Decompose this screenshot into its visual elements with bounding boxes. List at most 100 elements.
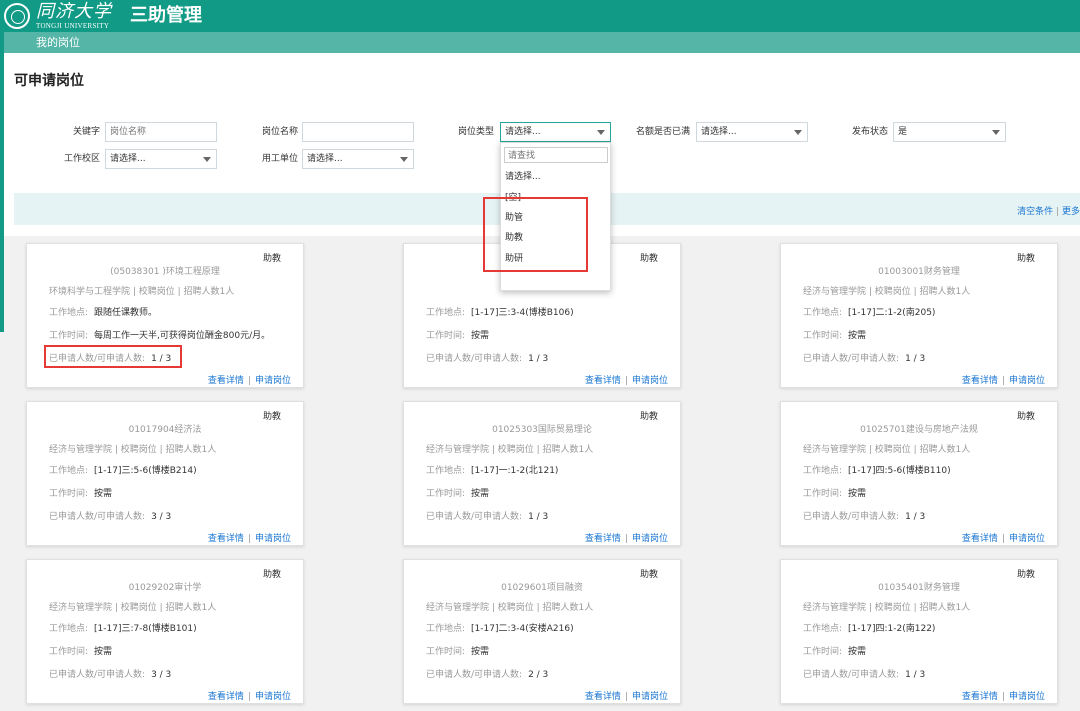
publish-status-select[interactable]: 是 — [893, 122, 1006, 142]
time-row: 工作时间: 按需 — [49, 644, 112, 657]
campus-select-value: 请选择... — [110, 154, 146, 164]
count-label: 已申请人数/可申请人数: — [49, 354, 146, 364]
clear-conditions-link[interactable]: 清空条件 — [1017, 207, 1053, 217]
page-title: 可申请岗位 — [14, 73, 84, 89]
location-value: [1-17]三:5-6(博楼B214) — [94, 466, 197, 476]
apply-post-link[interactable]: 申请岗位 — [632, 376, 668, 386]
job-card: 助教 01029202审计学 经济与管理学院 | 校聘岗位 | 招聘人数1人 工… — [26, 559, 304, 704]
view-details-link[interactable]: 查看详情 — [962, 692, 998, 702]
campus-label: 工作校区 — [63, 154, 100, 164]
chevron-down-icon — [794, 130, 802, 135]
location-value: [1-17]三:7-8(博楼B101) — [94, 624, 197, 634]
location-row: 工作地点: [1-17]二:1-2(南205) — [803, 305, 935, 318]
time-row: 工作时间: 按需 — [803, 328, 866, 341]
dropdown-option-teaching-assistant[interactable]: 助教 — [505, 232, 523, 244]
post-type-badge: 助教 — [639, 254, 658, 264]
post-name-input[interactable] — [302, 122, 414, 142]
time-row: 工作时间: 按需 — [426, 644, 489, 657]
count-value: 1 / 3 — [151, 354, 172, 364]
employer-label: 用工单位 — [261, 154, 298, 164]
post-type-select[interactable]: 请选择... — [500, 122, 611, 142]
nav-bar — [0, 32, 1080, 53]
post-type-badge: 助教 — [1016, 412, 1035, 422]
apply-post-link[interactable]: 申请岗位 — [1009, 692, 1045, 702]
separator: | — [624, 534, 628, 544]
location-label: 工作地点: — [803, 466, 843, 476]
count-label: 已申请人数/可申请人数: — [803, 354, 900, 364]
count-label: 已申请人数/可申请人数: — [803, 670, 900, 680]
count-row: 已申请人数/可申请人数: 1 / 3 — [803, 667, 925, 680]
time-label: 工作时间: — [426, 489, 466, 499]
view-details-link[interactable]: 查看详情 — [208, 692, 244, 702]
apply-post-link[interactable]: 申请岗位 — [1009, 534, 1045, 544]
time-value: 每周工作一天半,可获得岗位酬金800元/月。 — [94, 331, 271, 341]
time-value: 按需 — [471, 331, 490, 341]
dropdown-option-admin-assistant[interactable]: 助管 — [505, 212, 523, 224]
count-row: 已申请人数/可申请人数: 1 / 3 — [426, 509, 548, 522]
apply-post-link[interactable]: 申请岗位 — [632, 534, 668, 544]
quota-full-label: 名额是否已满 — [635, 127, 690, 137]
view-details-link[interactable]: 查看详情 — [962, 376, 998, 386]
keyword-input[interactable] — [105, 122, 217, 142]
apply-post-link[interactable]: 申请岗位 — [632, 692, 668, 702]
course-title: 01025303国际贸易理论 — [492, 425, 592, 435]
location-value: [1-17]四:1-2(南122) — [848, 624, 936, 634]
filter-links: 清空条件 | 更多 — [1017, 204, 1080, 217]
card-meta: 经济与管理学院 | 校聘岗位 | 招聘人数1人 — [426, 603, 594, 613]
post-type-dropdown: 请选择... [空] 助管 助教 助研 — [500, 142, 611, 291]
view-details-link[interactable]: 查看详情 — [208, 376, 244, 386]
post-type-label: 岗位类型 — [457, 127, 494, 137]
view-details-link[interactable]: 查看详情 — [962, 534, 998, 544]
separator: | — [1001, 534, 1005, 544]
time-label: 工作时间: — [49, 647, 89, 657]
location-row: 工作地点: [1-17]三:3-4(博楼B106) — [426, 305, 574, 318]
count-label: 已申请人数/可申请人数: — [803, 512, 900, 522]
chevron-down-icon — [992, 130, 1000, 135]
view-details-link[interactable]: 查看详情 — [585, 376, 621, 386]
post-type-badge: 助教 — [262, 412, 281, 422]
apply-post-link[interactable]: 申请岗位 — [1009, 376, 1045, 386]
employer-select[interactable]: 请选择... — [302, 149, 414, 169]
job-card: 助教 (05038301 )环境工程原理 环境科学与工程学院 | 校聘岗位 | … — [26, 243, 304, 388]
time-row: 工作时间: 按需 — [803, 486, 866, 499]
campus-select[interactable]: 请选择... — [105, 149, 217, 169]
card-actions: 查看详情 | 申请岗位 — [962, 531, 1045, 544]
count-row: 已申请人数/可申请人数: 1 / 3 — [426, 351, 548, 364]
count-label: 已申请人数/可申请人数: — [49, 670, 146, 680]
course-title: 01029202审计学 — [128, 583, 202, 593]
time-value: 按需 — [848, 647, 867, 657]
time-label: 工作时间: — [803, 331, 843, 341]
apply-post-link[interactable]: 申请岗位 — [255, 692, 291, 702]
more-link[interactable]: 更多 — [1062, 207, 1080, 217]
dropdown-option-placeholder[interactable]: 请选择... — [505, 171, 541, 183]
job-card: 助教 01025701建设与房地产法规 经济与管理学院 | 校聘岗位 | 招聘人… — [780, 401, 1058, 546]
card-meta: 经济与管理学院 | 校聘岗位 | 招聘人数1人 — [49, 603, 217, 613]
location-row: 工作地点: [1-17]三:5-6(博楼B214) — [49, 463, 197, 476]
course-title: 01003001财务管理 — [878, 267, 960, 277]
count-value: 1 / 3 — [905, 512, 926, 522]
apply-post-link[interactable]: 申请岗位 — [255, 376, 291, 386]
nav-item-my-posts[interactable]: 我的岗位 — [36, 36, 80, 50]
course-title: 01017904经济法 — [128, 425, 202, 435]
time-label: 工作时间: — [426, 331, 466, 341]
location-row: 工作地点: 跟随任课教师。 — [49, 305, 157, 318]
count-value: 1 / 3 — [528, 512, 549, 522]
quota-full-select[interactable]: 请选择... — [696, 122, 808, 142]
location-label: 工作地点: — [803, 624, 843, 634]
view-details-link[interactable]: 查看详情 — [208, 534, 244, 544]
apply-post-link[interactable]: 申请岗位 — [255, 534, 291, 544]
chevron-down-icon — [400, 157, 408, 162]
view-details-link[interactable]: 查看详情 — [585, 692, 621, 702]
post-type-select-value: 请选择... — [505, 127, 541, 137]
course-title: 01029601项目融资 — [501, 583, 583, 593]
course-title: 01035401财务管理 — [878, 583, 960, 593]
count-value: 1 / 3 — [905, 354, 926, 364]
location-label: 工作地点: — [426, 308, 466, 318]
dropdown-option-empty[interactable]: [空] — [505, 192, 521, 204]
view-details-link[interactable]: 查看详情 — [585, 534, 621, 544]
time-row: 工作时间: 按需 — [803, 644, 866, 657]
dropdown-option-research-assistant[interactable]: 助研 — [505, 253, 523, 265]
card-actions: 查看详情 | 申请岗位 — [208, 689, 291, 702]
dropdown-search-input[interactable] — [504, 147, 608, 163]
card-actions: 查看详情 | 申请岗位 — [585, 373, 668, 386]
